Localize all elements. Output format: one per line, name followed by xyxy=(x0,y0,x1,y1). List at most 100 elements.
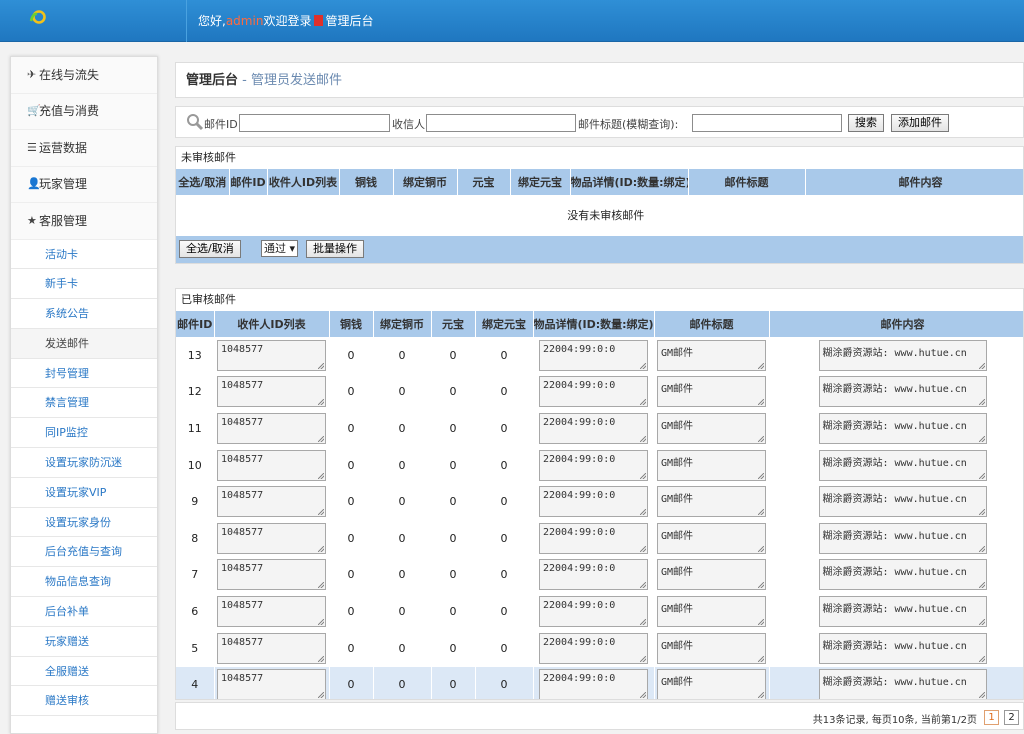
sidebar-item[interactable]: 封号管理 xyxy=(11,358,157,389)
mail-title-textarea[interactable]: GM邮件 xyxy=(657,412,766,444)
recipients-textarea[interactable]: 1048577 xyxy=(217,486,326,518)
ingot-value: 0 xyxy=(431,410,476,448)
content-textarea[interactable]: 糊涂爵资源站: www.hutue.cn xyxy=(818,559,987,591)
sidebar-item[interactable]: 同IP监控 xyxy=(11,418,157,449)
sidebar-menu-3[interactable]: ☰ 运营数据 xyxy=(11,130,157,167)
mail-title-textarea[interactable]: GM邮件 xyxy=(657,522,766,554)
mail-title-textarea[interactable]: GM邮件 xyxy=(657,486,766,518)
items-textarea[interactable]: 22004:99:0:0 xyxy=(539,669,648,699)
recipients-textarea[interactable]: 1048577 xyxy=(217,376,326,408)
items-textarea[interactable]: 22004:99:0:0 xyxy=(539,339,648,371)
mail-id: 11 xyxy=(176,410,215,448)
sidebar-item[interactable]: 玩家赠送 xyxy=(11,626,157,657)
content-textarea[interactable]: 糊涂爵资源站: www.hutue.cn xyxy=(818,632,987,664)
sidebar-item[interactable]: 活动卡 xyxy=(11,239,157,270)
select-all-button[interactable]: 全选/取消 xyxy=(179,239,241,258)
sidebar-item[interactable]: 发送邮件 xyxy=(11,328,157,359)
items-textarea[interactable]: 22004:99:0:0 xyxy=(539,559,648,591)
table-row: 9 1048577 0 0 0 0 22004:99:0:0 GM邮件 糊涂爵资源站: www.… xyxy=(176,483,1023,521)
ingot-value: 0 xyxy=(431,446,476,484)
bound-ingot-value: 0 xyxy=(475,337,534,375)
ingot-value: 0 xyxy=(431,373,476,411)
content-textarea-cell: 糊涂爵资源站: www.hutue.cn xyxy=(769,483,1023,521)
sidebar-menu-4[interactable]: 👤 玩家管理 xyxy=(11,166,157,203)
sidebar-item[interactable]: 全服赠送 xyxy=(11,656,157,687)
content-textarea[interactable]: 糊涂爵资源站: www.hutue.cn xyxy=(818,486,987,518)
content-textarea[interactable]: 糊涂爵资源站: www.hutue.cn xyxy=(818,449,987,481)
items-textarea-cell: 22004:99:0:0 xyxy=(533,556,655,594)
bound-copper-value: 0 xyxy=(373,373,432,411)
content-textarea[interactable]: 糊涂爵资源站: www.hutue.cn xyxy=(818,669,987,699)
list-icon: ☰ xyxy=(27,140,37,154)
items-textarea[interactable]: 22004:99:0:0 xyxy=(539,595,648,627)
mail-title-textarea-cell: GM邮件 xyxy=(654,593,770,631)
recipients-textarea[interactable]: 1048577 xyxy=(217,669,326,699)
mail-title-textarea-cell: GM邮件 xyxy=(654,519,770,558)
sidebar-item[interactable]: 设置玩家VIP xyxy=(11,477,157,508)
page-button-1[interactable]: 1 xyxy=(984,710,999,725)
mail-title-textarea[interactable]: GM邮件 xyxy=(657,669,766,699)
recipients-textarea[interactable]: 1048577 xyxy=(217,522,326,554)
sidebar-item[interactable]: 设置玩家身份 xyxy=(11,507,157,538)
search-button[interactable]: 搜索 xyxy=(848,114,884,132)
sidebar-menu-1[interactable]: ✈ 在线与流失 xyxy=(11,57,157,94)
mail-title-textarea[interactable]: GM邮件 xyxy=(657,632,766,664)
items-textarea[interactable]: 22004:99:0:0 xyxy=(539,632,648,664)
recipients-textarea[interactable]: 1048577 xyxy=(217,559,326,591)
content-textarea-cell: 糊涂爵资源站: www.hutue.cn xyxy=(769,666,1023,699)
copper-value: 0 xyxy=(329,556,374,594)
mail-title-textarea[interactable]: GM邮件 xyxy=(657,339,766,371)
items-textarea[interactable]: 22004:99:0:0 xyxy=(539,412,648,444)
recipients-textarea[interactable]: 1048577 xyxy=(217,339,326,371)
content-textarea[interactable]: 糊涂爵资源站: www.hutue.cn xyxy=(818,376,987,408)
content-textarea[interactable]: 糊涂爵资源站: www.hutue.cn xyxy=(818,522,987,554)
content-textarea[interactable]: 糊涂爵资源站: www.hutue.cn xyxy=(818,412,987,444)
recipient-input[interactable] xyxy=(426,114,576,132)
items-textarea-cell: 22004:99:0:0 xyxy=(533,373,655,411)
sidebar-item[interactable]: 赠送审核 xyxy=(11,686,157,717)
items-textarea[interactable]: 22004:99:0:0 xyxy=(539,376,648,408)
sidebar-item[interactable]: 后台补单 xyxy=(11,597,157,627)
cart-icon: 🛒 xyxy=(27,104,41,117)
admin-label: 管理后台 xyxy=(325,14,374,28)
mail-title-textarea[interactable]: GM邮件 xyxy=(657,559,766,591)
table-row: 12 1048577 0 0 0 0 22004:99:0:0 GM邮件 糊涂爵资源站: www… xyxy=(176,373,1023,411)
add-mail-button[interactable]: 添加邮件 xyxy=(891,114,949,132)
mail-title-textarea[interactable]: GM邮件 xyxy=(657,376,766,408)
sidebar-item[interactable]: 新手卡 xyxy=(11,269,157,300)
username-link[interactable]: admin xyxy=(226,14,264,28)
breadcrumb-title: 管理后台 xyxy=(186,73,239,88)
mail-title-textarea-cell: GM邮件 xyxy=(654,483,770,521)
sidebar-menu-2[interactable]: 🛒 充值与消费 xyxy=(11,93,157,130)
copper-value: 0 xyxy=(329,593,374,631)
recipients-textarea[interactable]: 1048577 xyxy=(217,449,326,481)
mail-title-textarea[interactable]: GM邮件 xyxy=(657,449,766,481)
sidebar-item[interactable]: 禁言管理 xyxy=(11,388,157,419)
sidebar-item[interactable]: 后台充值与查询 xyxy=(11,537,157,568)
content-textarea-cell: 糊涂爵资源站: www.hutue.cn xyxy=(769,556,1023,594)
mail-id: 7 xyxy=(176,556,215,594)
recipients-textarea[interactable]: 1048577 xyxy=(217,632,326,664)
page-button-2[interactable]: 2 xyxy=(1004,710,1019,725)
sidebar-item[interactable]: 系统公告 xyxy=(11,299,157,329)
recipients-textarea-cell: 1048577 xyxy=(214,446,330,484)
bound-copper-value: 0 xyxy=(373,483,432,521)
bound-ingot-value: 0 xyxy=(475,666,534,699)
sidebar-menu-5[interactable]: ★ 客服管理 xyxy=(11,203,157,240)
mail-title-textarea[interactable]: GM邮件 xyxy=(657,595,766,627)
mail-id-input[interactable] xyxy=(239,114,390,132)
action-select[interactable]: 通过 ▾ xyxy=(261,239,299,257)
sidebar-item[interactable]: 物品信息查询 xyxy=(11,567,157,598)
batch-operation-button[interactable]: 批量操作 xyxy=(306,239,364,258)
approved-column-header: 邮件内容 xyxy=(769,311,1023,337)
items-textarea[interactable]: 22004:99:0:0 xyxy=(539,486,648,518)
items-textarea[interactable]: 22004:99:0:0 xyxy=(539,449,648,481)
plane-icon: ✈ xyxy=(27,67,37,81)
mail-title-input[interactable] xyxy=(692,114,842,132)
sidebar-item[interactable]: 设置玩家防沉迷 xyxy=(11,448,157,478)
items-textarea[interactable]: 22004:99:0:0 xyxy=(539,522,648,554)
content-textarea[interactable]: 糊涂爵资源站: www.hutue.cn xyxy=(818,595,987,627)
recipients-textarea[interactable]: 1048577 xyxy=(217,595,326,627)
recipients-textarea[interactable]: 1048577 xyxy=(217,412,326,444)
content-textarea[interactable]: 糊涂爵资源站: www.hutue.cn xyxy=(818,339,987,371)
